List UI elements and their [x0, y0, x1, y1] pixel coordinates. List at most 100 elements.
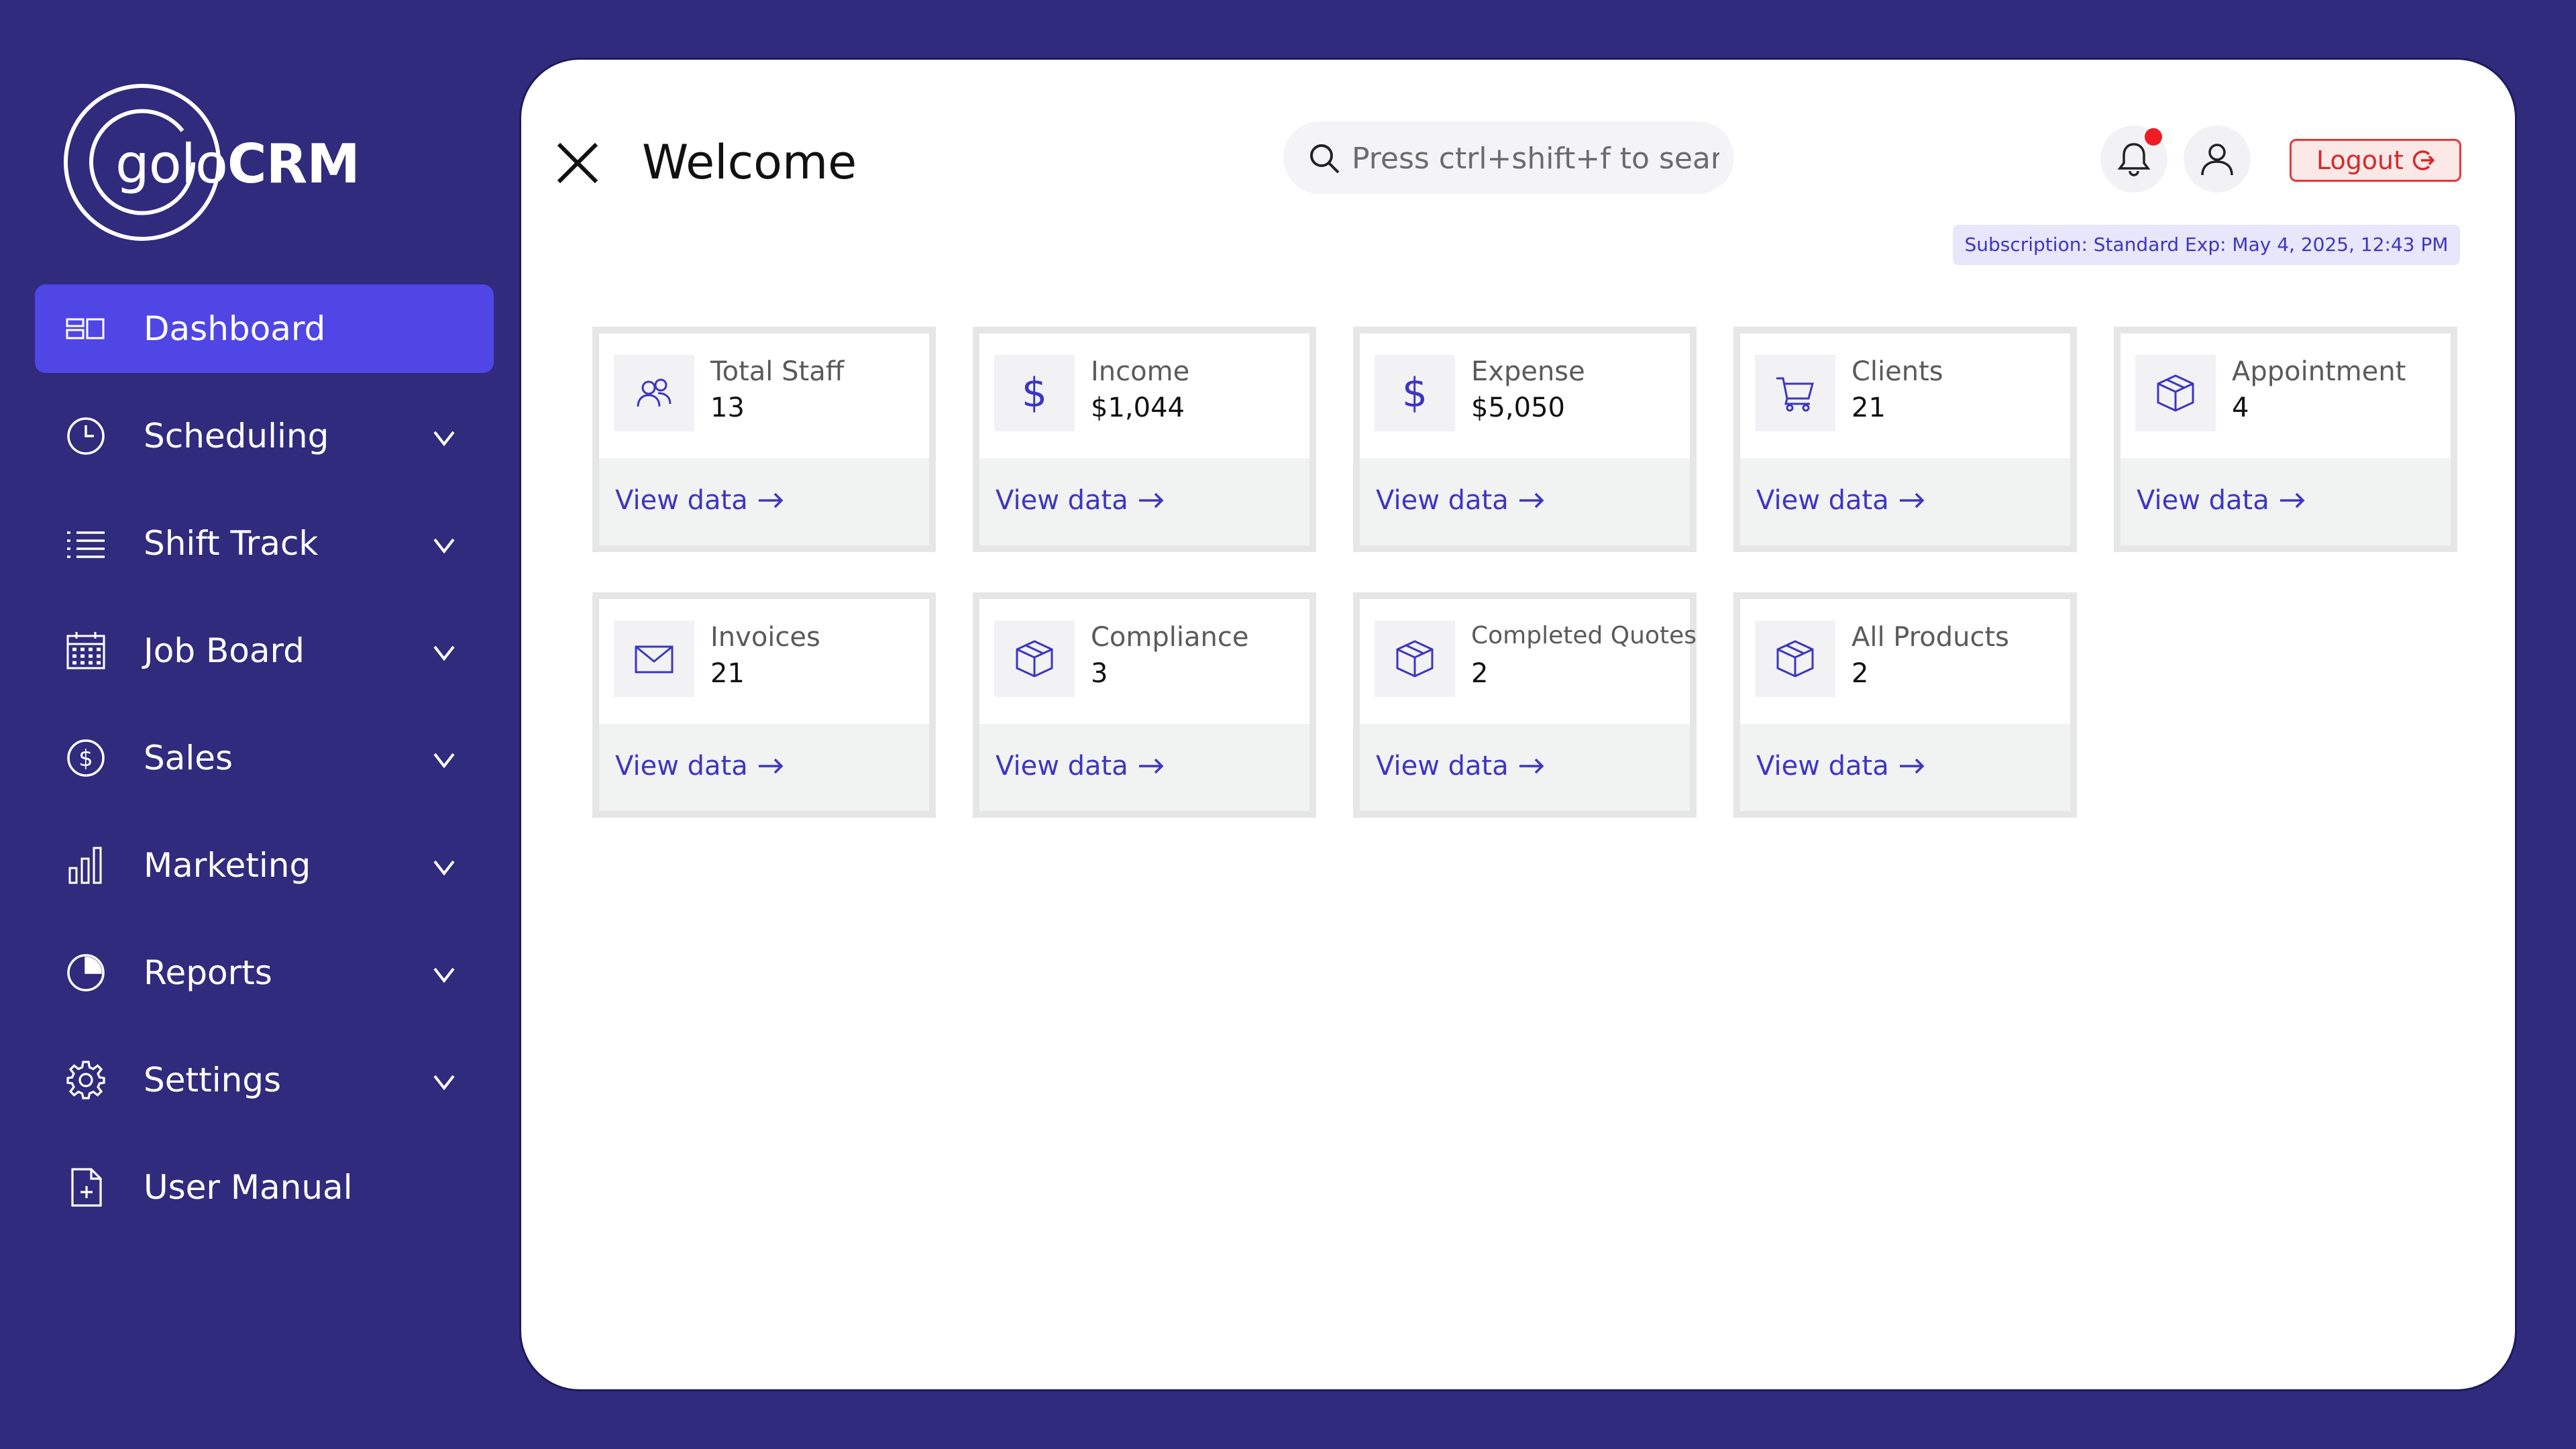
view-data-link[interactable]: View data: [996, 751, 1165, 782]
card-value: 21: [710, 658, 745, 689]
sidebar-item-label: Shift Track: [144, 524, 319, 563]
cart-icon: [1776, 377, 1814, 412]
sidebar-item-dashboard[interactable]: Dashboard: [35, 284, 494, 373]
sidebar-item-label: Settings: [144, 1061, 282, 1099]
arrow-right-icon: [1138, 492, 1164, 508]
card-icon-box: [614, 355, 694, 431]
card-title: Completed Quotes: [1471, 622, 1697, 649]
user-profile-button[interactable]: [2184, 125, 2251, 193]
brand-logo[interactable]: goloCRM: [62, 82, 384, 243]
document-plus-icon: [71, 1168, 102, 1207]
dashboard-icon: [66, 318, 105, 339]
view-data-link[interactable]: View data: [996, 485, 1165, 516]
view-data-label: View data: [615, 751, 748, 782]
chevron-down-icon[interactable]: [432, 962, 456, 986]
card-icon-box: [1755, 621, 1835, 697]
chevron-down-icon[interactable]: [432, 1069, 456, 1093]
sidebar-item-label: Scheduling: [144, 417, 329, 455]
card-icon-box: [2135, 355, 2216, 431]
card-value: $5,050: [1471, 392, 1565, 423]
card-title: Appointment: [2232, 356, 2406, 387]
sidebar-item-label: Job Board: [144, 631, 305, 670]
card-value: 2: [1471, 658, 1489, 689]
card-value: 21: [1851, 392, 1886, 423]
stat-card-total-staff: Total Staff 13 View data: [592, 327, 936, 552]
view-data-label: View data: [1376, 751, 1509, 782]
search-bar[interactable]: [1283, 121, 1734, 194]
chevron-down-icon[interactable]: [432, 747, 456, 771]
card-icon-box: $: [1375, 355, 1455, 431]
sidebar-item-scheduling[interactable]: Scheduling: [35, 392, 494, 480]
box-icon: [1776, 640, 1814, 678]
card-icon-box: [1375, 621, 1455, 697]
card-icon-box: [1755, 355, 1835, 431]
arrow-right-icon: [1519, 492, 1544, 508]
envelope-icon: [635, 645, 674, 674]
view-data-link[interactable]: View data: [1376, 751, 1545, 782]
close-icon[interactable]: [553, 139, 602, 187]
sidebar-item-label: Reports: [144, 953, 272, 992]
sidebar-item-marketing[interactable]: Marketing: [35, 821, 494, 910]
main-panel: Welcome Logout Subscription: Standard Ex…: [519, 58, 2517, 1391]
arrow-right-icon: [758, 758, 784, 774]
view-data-label: View data: [1376, 485, 1509, 516]
sidebar-item-job-board[interactable]: Job Board: [35, 606, 494, 695]
card-header: Clients 21: [1740, 333, 2070, 458]
logout-label: Logout: [2316, 146, 2404, 175]
sidebar: goloCRM Dashboard Scheduling Shift Track: [0, 0, 517, 1449]
view-data-link[interactable]: View data: [1376, 485, 1545, 516]
sidebar-item-sales[interactable]: $ Sales: [35, 714, 494, 802]
dollar-icon: $: [1021, 370, 1048, 417]
card-icon-box: [614, 621, 694, 697]
arrow-right-icon: [1138, 758, 1164, 774]
brand-name: goloCRM: [115, 136, 360, 193]
view-data-link[interactable]: View data: [1756, 485, 1925, 516]
search-input[interactable]: [1350, 133, 1721, 183]
card-value: $1,044: [1091, 392, 1185, 423]
card-header: All Products 2: [1740, 599, 2070, 724]
arrow-right-icon: [1899, 758, 1925, 774]
card-title: Expense: [1471, 356, 1585, 387]
arrow-right-icon: [1519, 758, 1544, 774]
view-data-link[interactable]: View data: [1756, 751, 1925, 782]
view-data-link[interactable]: View data: [615, 485, 784, 516]
view-data-label: View data: [1756, 485, 1889, 516]
gear-icon: [66, 1061, 105, 1099]
card-header: Compliance 3: [979, 599, 1309, 724]
page-title: Welcome: [642, 135, 857, 190]
sidebar-item-label: Sales: [144, 739, 233, 777]
card-header: Appointment 4: [2121, 333, 2451, 458]
card-icon-box: $: [994, 355, 1075, 431]
pie-chart-icon: [67, 954, 105, 991]
chevron-down-icon[interactable]: [432, 533, 456, 557]
card-value: 3: [1091, 658, 1108, 689]
sidebar-item-settings[interactable]: Settings: [35, 1036, 494, 1124]
sidebar-nav: Dashboard Scheduling Shift Track Job Boa…: [35, 284, 494, 1250]
sidebar-item-user-manual[interactable]: User Manual: [35, 1143, 494, 1232]
logout-button[interactable]: Logout: [2290, 139, 2461, 182]
view-data-link[interactable]: View data: [615, 751, 784, 782]
stat-card-appointment: Appointment 4 View data: [2114, 327, 2457, 552]
card-header: Invoices 21: [599, 599, 929, 724]
chevron-down-icon[interactable]: [432, 855, 456, 879]
bell-icon: [2117, 143, 2151, 176]
arrow-right-icon: [2279, 492, 2305, 508]
view-data-link[interactable]: View data: [2137, 485, 2306, 516]
card-title: Income: [1091, 356, 1190, 387]
calendar-icon: [66, 632, 105, 669]
view-data-label: View data: [2137, 485, 2269, 516]
chevron-down-icon[interactable]: [432, 640, 456, 664]
card-header: Total Staff 13: [599, 333, 929, 458]
stat-card-all-products: All Products 2 View data: [1733, 592, 2077, 818]
sidebar-item-shift-track[interactable]: Shift Track: [35, 499, 494, 588]
stat-card-expense: $ Expense $5,050 View data: [1353, 327, 1697, 552]
sidebar-item-reports[interactable]: Reports: [35, 928, 494, 1017]
notifications-button[interactable]: [2100, 125, 2167, 193]
view-data-label: View data: [996, 751, 1128, 782]
card-header: Completed Quotes 2: [1360, 599, 1697, 724]
chevron-down-icon[interactable]: [432, 425, 456, 449]
notification-badge: [2145, 128, 2162, 146]
clock-icon: [67, 417, 105, 455]
search-icon: [1310, 144, 1340, 174]
brand-suffix: CRM: [227, 133, 360, 195]
